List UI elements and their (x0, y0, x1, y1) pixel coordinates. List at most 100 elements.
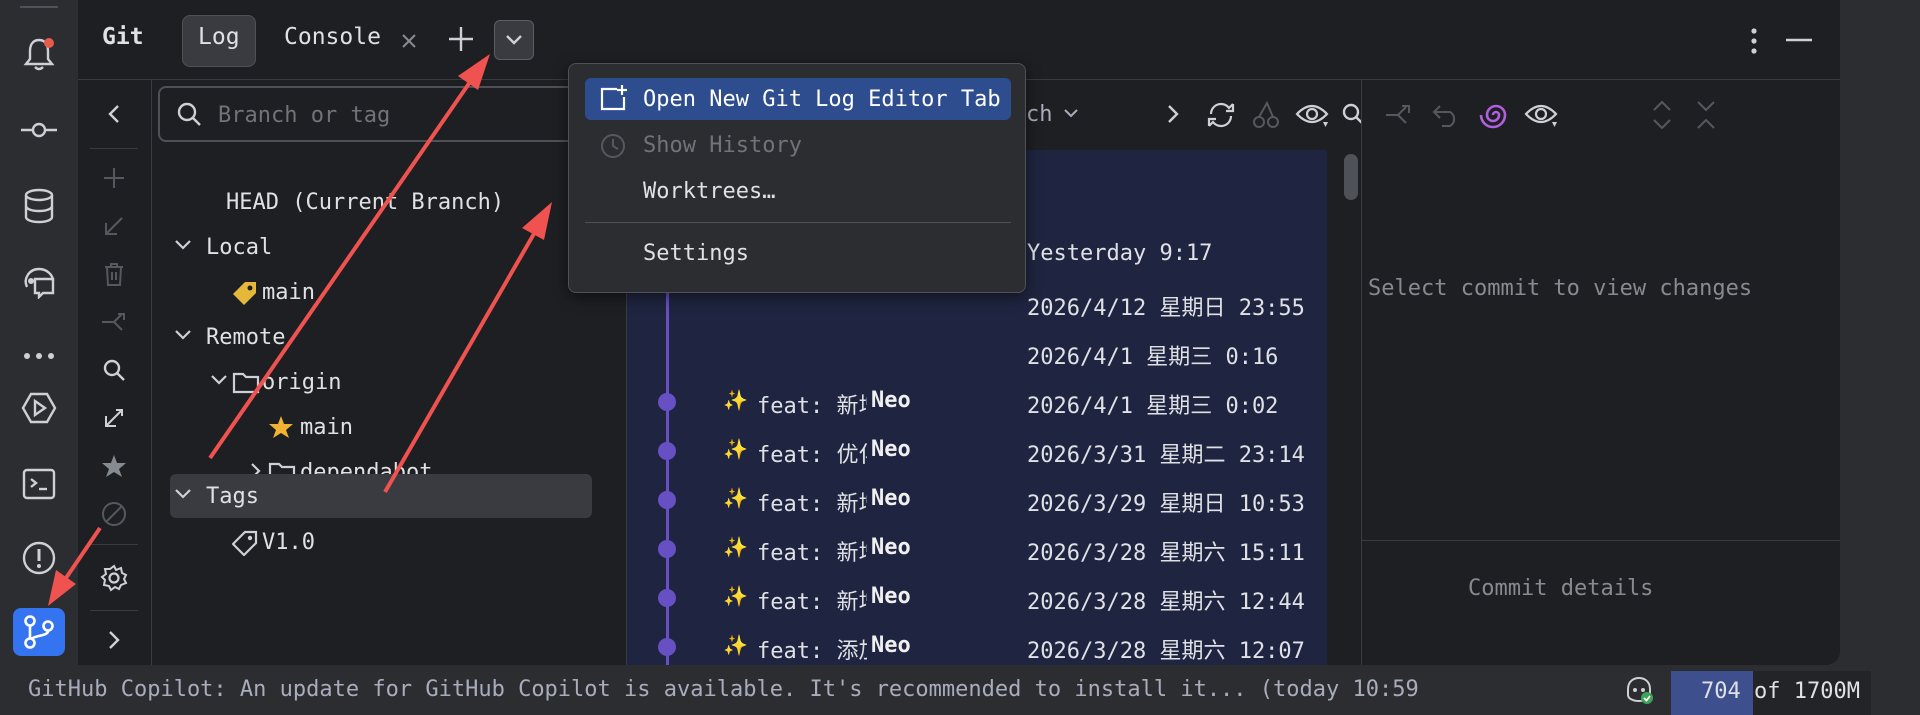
commit-row[interactable]: ✨ feat: 添加 Neo 2026/3/28 星期六 12:07 (627, 623, 1327, 665)
chevron-down-icon[interactable] (210, 374, 228, 386)
sparkles-icon: ✨ (723, 437, 748, 461)
commit-author: Neo (871, 486, 911, 511)
graph-dot (658, 491, 676, 509)
commit-row[interactable]: ✨ feat: 新增 Neo 2026/3/28 星期六 12:44 (627, 574, 1327, 623)
tree-item-label: V1.0 (262, 529, 315, 555)
expand-icon[interactable] (98, 402, 130, 434)
more-icon[interactable] (13, 332, 65, 380)
commit-row[interactable]: ✨ feat: 新增 Neo 2026/4/1 星期三 0:02 (627, 378, 1327, 427)
scrollbar-thumb[interactable] (1344, 154, 1358, 200)
tree-item-remote[interactable]: Remote (152, 315, 622, 359)
eye-icon[interactable] (1295, 102, 1329, 128)
notifications-icon[interactable] (13, 30, 65, 78)
commit-date: 2026/4/1 星期三 0:02 (1027, 394, 1279, 419)
status-bar: GitHub Copilot: An update for GitHub Cop… (0, 665, 1920, 715)
search-icon[interactable] (98, 354, 130, 386)
empty-changes-text: Select commit to view changes (1368, 276, 1753, 301)
copilot-status-icon[interactable] (1624, 675, 1654, 705)
expand-all-icon[interactable] (1652, 100, 1672, 130)
update-branch-icon[interactable] (98, 210, 130, 242)
filter-icon[interactable] (98, 498, 130, 530)
tree-item-origin-main[interactable]: main (152, 405, 622, 449)
tree-item-local[interactable]: Local (152, 225, 622, 269)
graph-dot (658, 540, 676, 558)
commit-message: feat: 添加 (757, 639, 867, 664)
plus-icon[interactable] (448, 26, 474, 52)
commit-message: feat: 新增 (757, 590, 867, 615)
cherry-pick-icon[interactable] (1251, 100, 1281, 130)
compare-icon[interactable] (1384, 102, 1414, 128)
branch-search-input[interactable] (218, 100, 598, 130)
gear-icon[interactable] (98, 562, 130, 594)
commit-date: 2026/4/12 星期日 23:55 (1027, 296, 1305, 321)
chevron-down-icon[interactable] (494, 20, 534, 60)
tree-item-label: main (262, 279, 315, 305)
activity-divider (20, 6, 58, 8)
more-vertical-icon[interactable] (1750, 28, 1758, 54)
trash-icon[interactable] (98, 258, 130, 290)
commit-message: feat: 新增 (757, 394, 867, 419)
tag-icon (232, 280, 258, 306)
chevron-down-icon[interactable] (174, 239, 192, 251)
chevron-left-icon[interactable] (98, 98, 130, 130)
commit-row[interactable]: ✨ feat: 新增 Neo 2026/3/29 星期日 10:53 (627, 476, 1327, 525)
tree-item-origin[interactable]: origin (152, 360, 622, 404)
sparkles-icon: ✨ (723, 486, 748, 510)
activity-bar (0, 0, 78, 665)
eye-icon[interactable] (1524, 102, 1558, 128)
clock-icon (599, 132, 627, 160)
branch-search-box[interactable] (158, 86, 618, 142)
menu-item-label: Show History (643, 132, 802, 158)
menu-item-show-history[interactable]: Show History (585, 124, 1011, 166)
tag-outline-icon (232, 530, 258, 556)
chevron-down-icon[interactable] (174, 488, 192, 500)
status-message[interactable]: GitHub Copilot: An update for GitHub Cop… (28, 677, 1498, 702)
tree-item-label: Tags (206, 483, 259, 509)
ai-chat-icon[interactable] (13, 258, 65, 306)
chevron-right-icon[interactable] (1167, 104, 1179, 124)
collapse-all-icon[interactable] (1696, 100, 1716, 130)
toolbar-divider (90, 610, 138, 611)
commit-icon[interactable] (13, 106, 65, 154)
close-icon[interactable] (400, 32, 418, 50)
chevron-down-icon[interactable] (174, 329, 192, 341)
commit-row[interactable]: ✨ feat: 新增 Neo 2026/3/28 星期六 15:11 (627, 525, 1327, 574)
run-icon[interactable] (13, 384, 65, 432)
chevron-right-icon[interactable] (98, 624, 130, 656)
tab-console-label[interactable]: Console (284, 24, 381, 50)
commit-author: Neo (871, 535, 911, 560)
problems-icon[interactable] (13, 534, 65, 582)
star-icon[interactable] (98, 450, 130, 482)
add-branch-icon[interactable] (98, 162, 130, 194)
commit-date: 2026/3/28 星期六 15:11 (1027, 541, 1305, 566)
commit-date: 2026/3/31 星期二 23:14 (1027, 443, 1305, 468)
memory-indicator[interactable]: 704 of 1700M (1671, 671, 1871, 715)
terminal-icon[interactable] (13, 460, 65, 508)
menu-item-open-new-log-tab[interactable]: Open New Git Log Editor Tab (585, 78, 1011, 120)
commit-row[interactable]: 2026/4/1 星期三 0:16 (627, 329, 1327, 378)
sparkles-icon: ✨ (723, 584, 748, 608)
menu-item-settings[interactable]: Settings (585, 232, 1011, 274)
menu-item-worktrees[interactable]: Worktrees… (585, 170, 1011, 212)
commit-message: feat: 优化 (757, 443, 867, 468)
compare-icon[interactable] (98, 306, 130, 338)
tree-item-v1[interactable]: V1.0 (152, 520, 622, 564)
commit-row[interactable]: ✨ feat: 优化 Neo 2026/3/31 星期二 23:14 (627, 427, 1327, 476)
tree-item-head[interactable]: HEAD (Current Branch) (152, 180, 622, 224)
minimize-icon[interactable] (1786, 38, 1812, 42)
git-icon[interactable] (13, 608, 65, 656)
database-icon[interactable] (13, 182, 65, 230)
sparkles-icon: ✨ (723, 633, 748, 657)
sparkles-icon: ✨ (723, 388, 748, 412)
commit-date: 2026/3/29 星期日 10:53 (1027, 492, 1305, 517)
branches-panel: HEAD (Current Branch) Local main Remote … (152, 80, 628, 665)
tree-item-tags[interactable]: Tags (170, 474, 592, 518)
refresh-icon[interactable] (1205, 100, 1237, 130)
menu-item-label: Open New Git Log Editor Tab (643, 86, 1001, 112)
spiral-icon[interactable] (1478, 100, 1508, 130)
tree-item-local-main[interactable]: main (152, 270, 622, 314)
commit-message: feat: 新增 (757, 492, 867, 517)
tab-log-label[interactable]: Log (198, 24, 240, 50)
undo-icon[interactable] (1432, 102, 1460, 128)
chevron-down-icon[interactable] (1063, 108, 1079, 118)
